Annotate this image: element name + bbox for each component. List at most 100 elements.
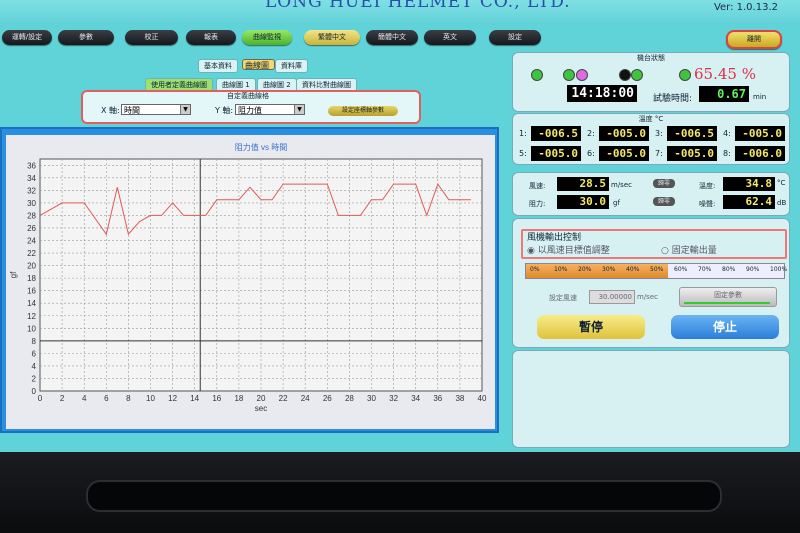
fan-scale-tick: 20%	[578, 266, 592, 273]
x-tick-label: 4	[82, 394, 87, 403]
tab-basic[interactable]: 基本資料	[198, 59, 238, 73]
test-time-label: 試驗時間:	[653, 94, 693, 104]
fan-option1[interactable]: ◉ 以風速目標值調整	[527, 243, 610, 256]
x-tick-label: 40	[478, 394, 487, 403]
x-tick-label: 28	[345, 394, 354, 403]
x-tick-label: 34	[411, 394, 420, 403]
x-tick-label: 38	[455, 394, 464, 403]
menu-item-0[interactable]: 運轉/設定	[2, 30, 52, 45]
x-tick-label: 32	[389, 394, 398, 403]
y-tick-label: 26	[27, 224, 36, 233]
y-tick-label: 0	[32, 387, 37, 396]
test-time-unit: min	[753, 93, 767, 101]
pause-button[interactable]: 暫停	[537, 315, 645, 339]
temp-sensor-display: -005.0	[599, 126, 649, 141]
chevron-down-icon: ▼	[180, 105, 190, 114]
y-tick-label: 12	[27, 312, 36, 321]
bezel-slot	[86, 480, 722, 512]
company-brand: LONG HUEI HELMET CO., LTD.	[265, 0, 571, 12]
menu-item-4[interactable]: 曲線監視	[242, 30, 292, 45]
fan-option1-label: 以風速目標值調整	[537, 246, 610, 256]
stop-button[interactable]: 停止	[671, 315, 779, 339]
main-menu: 運轉/設定 參數 校正 報表 曲線監視 繁體中文 簡體中文 英文 設定 離開	[0, 30, 800, 49]
fixed-param-indicator	[684, 302, 770, 304]
x-tick-label: 14	[190, 394, 199, 403]
menu-item-8[interactable]: 設定	[489, 30, 541, 45]
y-axis-label: Y 軸:	[215, 106, 234, 115]
wind-tare-button[interactable]: 歸零	[653, 179, 675, 188]
temp-sensor-display: -005.0	[667, 146, 717, 161]
resist-tare-button[interactable]: 歸零	[653, 197, 675, 206]
temp-sensor-display: -006.5	[531, 126, 581, 141]
fan-scale-tick: 90%	[746, 266, 760, 273]
y-tick-label: 34	[27, 174, 36, 183]
temp-sensor-label: 5:	[519, 149, 527, 158]
temp-sensor-label: 7:	[655, 149, 663, 158]
menu-item-5[interactable]: 繁體中文	[304, 30, 360, 45]
temperature-title: 溫度 °C	[638, 115, 664, 123]
menu-item-7[interactable]: 英文	[424, 30, 476, 45]
y-tick-label: 14	[27, 299, 36, 308]
menu-item-9[interactable]: 離開	[726, 30, 782, 49]
menu-item-2[interactable]: 校正	[125, 30, 178, 45]
status-lamp-3	[619, 69, 631, 81]
menu-item-6[interactable]: 簡體中文	[366, 30, 418, 45]
status-lamp-2	[576, 69, 588, 81]
app-screen: LONG HUEI HELMET CO., LTD. Ver: 1.0.13.2…	[0, 0, 800, 452]
test-time-display: 0.67	[699, 86, 749, 102]
status-lamp-0	[531, 69, 543, 81]
x-tick-label: 6	[104, 394, 109, 403]
set-axis-button[interactable]: 設定座標軸參數	[328, 106, 398, 116]
resist-label: 阻力:	[529, 200, 546, 208]
resist-display: 30.0	[557, 195, 609, 209]
menu-item-3[interactable]: 報表	[186, 30, 236, 45]
right-column: 機台狀態 65.45 % 14:18:00 試驗時間: 0.67 min 溫度 …	[508, 48, 792, 452]
tab-database[interactable]: 資料庫	[275, 59, 308, 73]
fan-option2[interactable]: ○ 固定輸出量	[661, 243, 717, 256]
y-tick-label: 6	[32, 349, 37, 358]
fan-scale-tick: 60%	[674, 266, 688, 273]
x-tick-label: 30	[367, 394, 376, 403]
radio-icon: ○	[661, 246, 672, 256]
x-axis-select[interactable]: 時間 ▼	[121, 104, 191, 115]
radio-selected-icon: ◉	[527, 246, 538, 256]
y-tick-label: 28	[27, 211, 36, 220]
wind-unit: m/sec	[611, 181, 632, 189]
noise-unit: dB	[777, 199, 787, 207]
fan-scale-tick: 30%	[602, 266, 616, 273]
fixed-param-button[interactable]: 固定參數	[679, 287, 777, 307]
menu-item-1[interactable]: 參數	[58, 30, 114, 45]
tab-curve[interactable]: 曲線圖	[242, 59, 275, 70]
x-tick-label: 20	[257, 394, 266, 403]
version-label: Ver: 1.0.13.2	[713, 2, 778, 13]
setpoint-input[interactable]: 30.00000	[589, 290, 635, 304]
fan-scale-tick: 0%	[530, 266, 540, 273]
x-tick-label: 16	[212, 394, 221, 403]
setpoint-label: 設定風速	[549, 294, 577, 302]
x-axis-label: X 軸:	[101, 106, 120, 115]
monitor-bezel	[0, 452, 800, 533]
y-tick-label: 10	[27, 324, 36, 333]
x-tick-label: 26	[323, 394, 332, 403]
temperature-panel: 溫度 °C 1: -006.5 2: -005.0 3: -006.5 4: -005.0 5:…	[512, 113, 790, 165]
y-tick-label: 20	[27, 262, 36, 271]
measurement-panel: 風速: 28.5 m/sec 歸零 溫度: 34.8 °C 阻力: 30.0 g…	[512, 172, 790, 216]
temp-label: 溫度:	[699, 182, 716, 190]
setpoint-unit: m/sec	[637, 293, 658, 301]
fan-scale-tick: 70%	[698, 266, 712, 273]
noise-label: 噪聲:	[699, 200, 716, 208]
temp-sensor-display: -006.0	[735, 146, 785, 161]
y-axis-select[interactable]: 阻力值 ▼	[235, 104, 305, 115]
fan-output-slider[interactable]: 0% 10% 20% 30% 40% 50% 60% 70% 80% 90% 100%	[525, 263, 787, 279]
x-tick-label: 36	[433, 394, 442, 403]
x-tick-label: 24	[301, 394, 310, 403]
y-axis-value: 阻力值	[238, 106, 262, 115]
temp-sensor-display: -005.0	[531, 146, 581, 161]
temp-sensor-label: 4:	[723, 129, 731, 138]
progress-percent: 65.45 %	[694, 65, 756, 83]
empty-panel	[512, 350, 790, 448]
y-tick-label: 2	[32, 374, 37, 383]
fan-scale-tick: 10%	[554, 266, 568, 273]
fan-control-title: 風機輸出控制	[527, 233, 582, 243]
chevron-down-icon: ▼	[294, 105, 304, 114]
